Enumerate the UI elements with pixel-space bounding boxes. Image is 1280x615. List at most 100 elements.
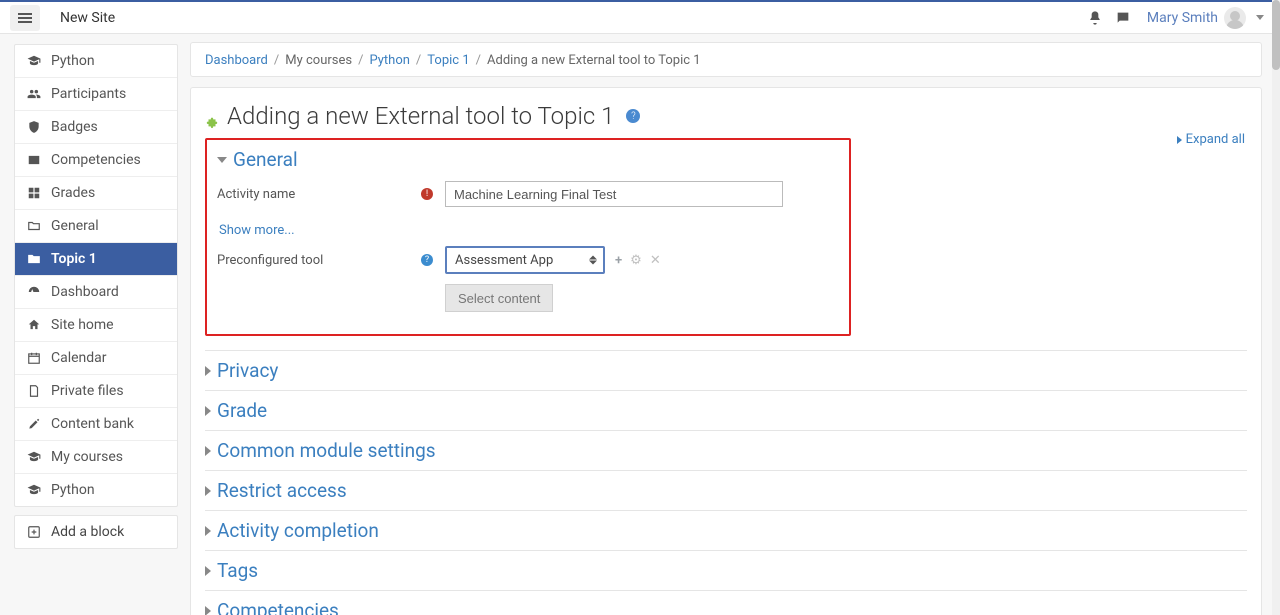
sidebar-item-label: General	[51, 218, 99, 234]
avatar[interactable]	[1224, 7, 1246, 29]
privacy-section-toggle[interactable]: Privacy	[205, 359, 1247, 382]
restrict-section-toggle[interactable]: Restrict access	[205, 479, 1247, 502]
sidebar-item-label: Topic 1	[51, 251, 97, 267]
sidebar-item-python[interactable]: Python	[15, 45, 177, 78]
site-name: New Site	[60, 10, 115, 26]
sidebar-item-general[interactable]: General	[15, 210, 177, 243]
add-block-button[interactable]: Add a block	[14, 515, 178, 549]
sidebar-item-competencies[interactable]: Competencies	[15, 144, 177, 177]
crumb-mycourses: My courses	[285, 53, 352, 68]
chevron-right-icon	[205, 366, 211, 376]
chevron-right-icon	[205, 606, 211, 615]
graduation-cap-icon	[27, 483, 41, 497]
general-heading: General	[233, 148, 298, 171]
sidebar-item-dashboard[interactable]: Dashboard	[15, 276, 177, 309]
sidebar: Python Participants Badges Competencies …	[0, 34, 178, 615]
chevron-right-icon	[205, 446, 211, 456]
file-icon	[27, 384, 41, 398]
crumb-dashboard[interactable]: Dashboard	[205, 53, 268, 68]
sidebar-item-label: Python	[51, 482, 95, 498]
select-caret-icon	[589, 256, 597, 265]
general-section-highlight: General Activity name ! Show more... Pre…	[205, 138, 851, 336]
sidebar-item-label: Calendar	[51, 350, 107, 366]
sidebar-item-label: Private files	[51, 383, 124, 399]
grade-section-toggle[interactable]: Grade	[205, 399, 1247, 422]
common-section-toggle[interactable]: Common module settings	[205, 439, 1247, 462]
graduation-cap-icon	[27, 54, 41, 68]
add-tool-icon[interactable]: +	[615, 253, 622, 268]
hamburger-menu-button[interactable]	[10, 5, 40, 31]
add-block-label: Add a block	[51, 524, 124, 540]
users-icon	[27, 87, 41, 101]
sidebar-item-label: Grades	[51, 185, 95, 201]
chat-icon[interactable]	[1115, 10, 1131, 26]
general-section-toggle[interactable]: General	[217, 148, 839, 171]
sidebar-item-label: Content bank	[51, 416, 134, 432]
user-menu-caret[interactable]	[1256, 15, 1264, 20]
shield-icon	[27, 120, 41, 134]
activity-name-input[interactable]	[445, 181, 783, 207]
activity-section-toggle[interactable]: Activity completion	[205, 519, 1247, 542]
chevron-right-icon	[205, 526, 211, 536]
folder-icon	[27, 252, 41, 266]
breadcrumb-card: Dashboard / My courses / Python / Topic …	[190, 42, 1262, 77]
help-icon[interactable]: ?	[421, 254, 433, 266]
sidebar-item-label: Competencies	[51, 152, 141, 168]
brush-icon	[27, 417, 41, 431]
required-icon: !	[421, 188, 433, 200]
sidebar-item-private-files[interactable]: Private files	[15, 375, 177, 408]
vertical-scrollbar[interactable]	[1272, 0, 1280, 615]
preconfigured-tool-label: Preconfigured tool	[217, 253, 323, 268]
select-content-button[interactable]: Select content	[445, 284, 553, 312]
home-icon	[27, 318, 41, 332]
delete-tool-icon: ✕	[650, 253, 661, 268]
competencies-section-toggle[interactable]: Competencies	[205, 599, 1247, 615]
expand-all-label: Expand all	[1186, 132, 1245, 147]
activity-name-label: Activity name	[217, 187, 295, 202]
sidebar-item-content-bank[interactable]: Content bank	[15, 408, 177, 441]
chevron-right-icon	[205, 486, 211, 496]
show-more-link[interactable]: Show more...	[219, 223, 295, 238]
grid-icon	[27, 186, 41, 200]
chevron-down-icon	[217, 157, 227, 163]
crumb-python[interactable]: Python	[369, 53, 409, 68]
dashboard-icon	[27, 285, 41, 299]
tags-section-toggle[interactable]: Tags	[205, 559, 1247, 582]
page-title-text: Adding a new External tool to Topic 1	[227, 102, 614, 130]
sidebar-item-calendar[interactable]: Calendar	[15, 342, 177, 375]
crumb-sep: /	[416, 53, 421, 68]
bell-icon[interactable]	[1087, 10, 1103, 26]
sidebar-item-label: My courses	[51, 449, 123, 465]
username-link[interactable]: Mary Smith	[1147, 10, 1218, 26]
preconfigured-tool-select[interactable]: Assessment App	[445, 246, 605, 274]
crumb-current: Adding a new External tool to Topic 1	[487, 53, 701, 68]
page-title: Adding a new External tool to Topic 1 ?	[205, 102, 1247, 130]
sidebar-item-site-home[interactable]: Site home	[15, 309, 177, 342]
help-icon[interactable]: ?	[626, 109, 640, 123]
sidebar-item-label: Badges	[51, 119, 98, 135]
sidebar-item-participants[interactable]: Participants	[15, 78, 177, 111]
graduation-cap-icon	[27, 450, 41, 464]
folder-icon	[27, 219, 41, 233]
expand-all-link[interactable]: Expand all	[1177, 132, 1245, 147]
edit-tool-icon: ⚙	[630, 253, 642, 268]
sidebar-item-grades[interactable]: Grades	[15, 177, 177, 210]
chevron-right-icon	[205, 406, 211, 416]
sidebar-item-badges[interactable]: Badges	[15, 111, 177, 144]
crumb-sep: /	[476, 53, 481, 68]
check-icon	[27, 153, 41, 167]
sidebar-item-python-sub[interactable]: Python	[15, 474, 177, 506]
crumb-topic1[interactable]: Topic 1	[427, 53, 469, 68]
crumb-sep: /	[274, 53, 279, 68]
top-navbar: New Site Mary Smith	[0, 0, 1280, 34]
puzzle-icon	[205, 109, 219, 123]
calendar-icon	[27, 351, 41, 365]
breadcrumb: Dashboard / My courses / Python / Topic …	[205, 53, 1249, 68]
sidebar-item-my-courses[interactable]: My courses	[15, 441, 177, 474]
sidebar-item-label: Dashboard	[51, 284, 119, 300]
chevron-right-icon	[205, 566, 211, 576]
sidebar-item-topic-1[interactable]: Topic 1	[15, 243, 177, 276]
sidebar-item-label: Python	[51, 53, 95, 69]
scroll-thumb[interactable]	[1272, 0, 1280, 70]
crumb-sep: /	[358, 53, 363, 68]
